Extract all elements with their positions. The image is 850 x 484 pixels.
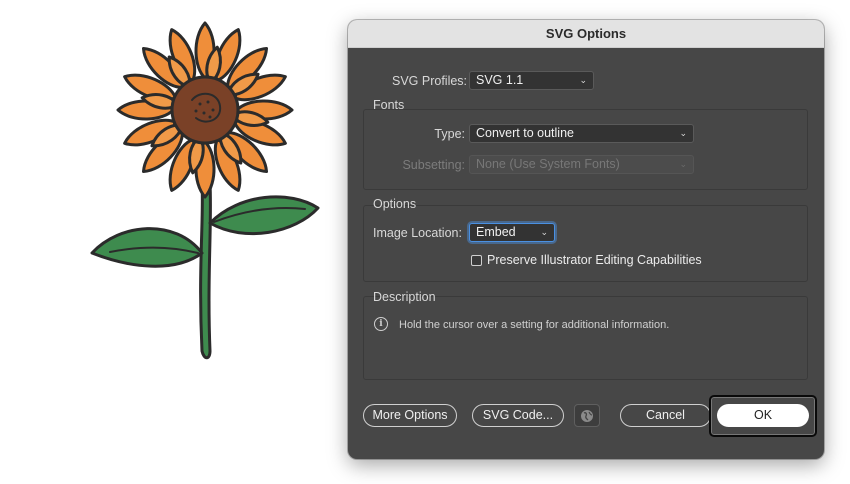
- svg-profiles-select[interactable]: SVG 1.1 ⌄: [469, 71, 594, 90]
- ok-button[interactable]: OK: [717, 404, 809, 427]
- image-location-select[interactable]: Embed ⌄: [469, 223, 555, 242]
- fonts-group: [363, 109, 808, 190]
- preserve-editing-label[interactable]: Preserve Illustrator Editing Capabilitie…: [487, 253, 702, 267]
- chevron-down-icon: ⌄: [540, 227, 548, 237]
- info-icon: i: [374, 317, 388, 331]
- description-group-title: Description: [373, 290, 436, 304]
- svg-options-dialog: SVG Options SVG Profiles: SVG 1.1 ⌄ Font…: [348, 20, 824, 459]
- preserve-editing-checkbox[interactable]: [471, 255, 482, 266]
- subsetting-select: None (Use System Fonts) ⌄: [469, 155, 694, 174]
- font-type-select[interactable]: Convert to outline ⌄: [469, 124, 694, 143]
- svg-profiles-value: SVG 1.1: [476, 73, 524, 87]
- fonts-group-title: Fonts: [373, 98, 405, 112]
- svg-code-button[interactable]: SVG Code...: [472, 404, 564, 427]
- options-group: [363, 205, 808, 282]
- image-location-value: Embed: [476, 225, 516, 239]
- subsetting-value: None (Use System Fonts): [476, 157, 620, 171]
- sunflower-illustration: [90, 21, 320, 360]
- more-options-button[interactable]: More Options: [363, 404, 457, 427]
- options-group-title: Options: [373, 197, 417, 211]
- description-text: Hold the cursor over a setting for addit…: [399, 319, 670, 331]
- dialog-titlebar[interactable]: SVG Options: [348, 20, 824, 48]
- web-preview-button[interactable]: [574, 404, 600, 427]
- chevron-down-icon: ⌄: [579, 75, 587, 85]
- globe-icon: [581, 410, 593, 422]
- cancel-button[interactable]: Cancel: [620, 404, 711, 427]
- image-location-label: Image Location:: [373, 226, 462, 240]
- description-group: [363, 296, 808, 380]
- subsetting-label: Subsetting:: [402, 158, 465, 172]
- svg-profiles-label: SVG Profiles:: [392, 74, 468, 88]
- chevron-down-icon: ⌄: [679, 159, 687, 169]
- chevron-down-icon: ⌄: [679, 128, 687, 138]
- dialog-title: SVG Options: [545, 26, 627, 41]
- font-type-label: Type:: [434, 127, 465, 141]
- font-type-value: Convert to outline: [476, 126, 574, 140]
